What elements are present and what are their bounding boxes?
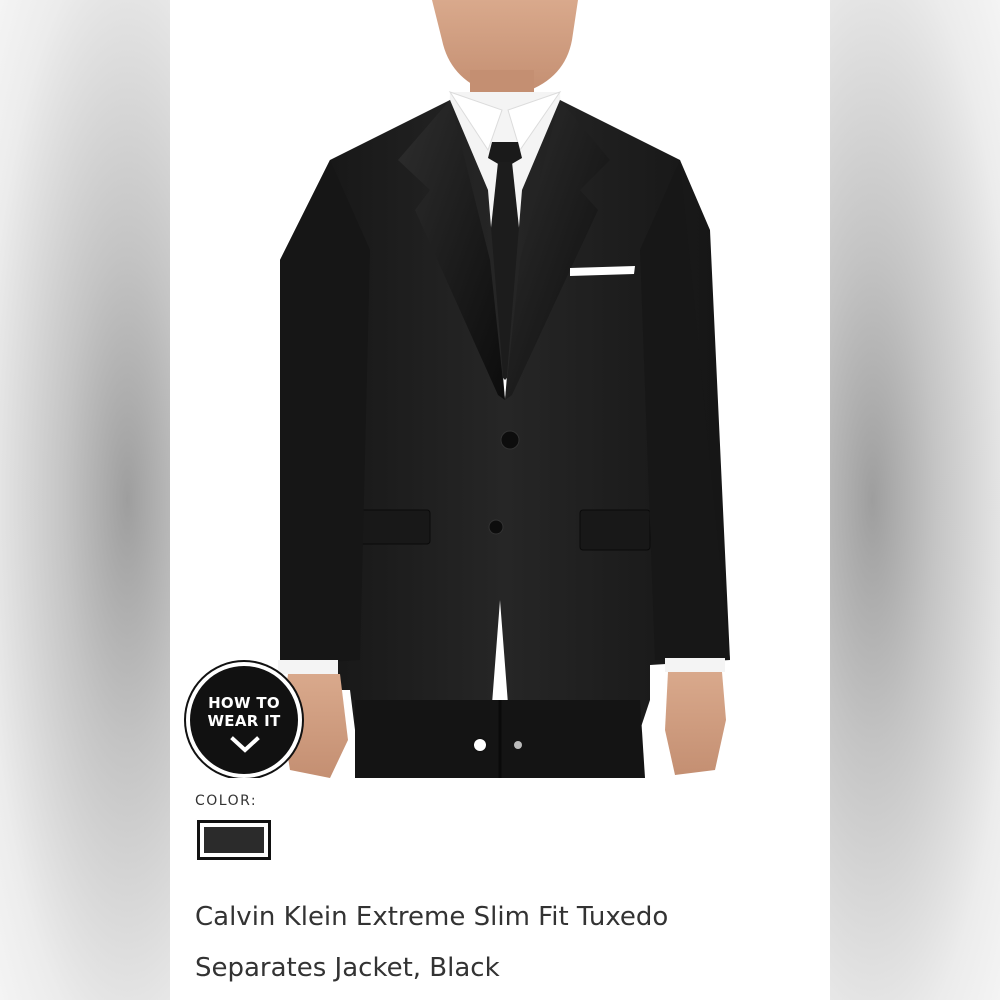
product-title-line1: Calvin Klein Extreme Slim Fit Tuxedo: [195, 902, 669, 932]
left-blur-background: [0, 0, 170, 1000]
how-to-wear-it-label: HOW TO WEAR IT: [190, 694, 298, 730]
carousel-dot-2[interactable]: [514, 741, 522, 749]
right-blur-background: [830, 0, 1000, 1000]
carousel-dots: [470, 738, 530, 752]
how-to-wear-line1: HOW TO: [208, 694, 280, 712]
how-to-wear-it-button[interactable]: HOW TO WEAR IT: [186, 662, 302, 778]
color-label: COLOR:: [195, 793, 258, 809]
color-swatch-fill: [204, 827, 264, 853]
color-swatch-black[interactable]: [197, 820, 271, 860]
tuxedo-jacket-photo: [278, 0, 730, 778]
screenshot-stage: HOW TO WEAR IT COLOR: Calvin Klein Extre…: [0, 0, 1000, 1000]
product-title-line2: Separates Jacket, Black: [195, 953, 500, 983]
product-panel: HOW TO WEAR IT COLOR: Calvin Klein Extre…: [170, 0, 830, 1000]
chevron-down-icon: [230, 736, 260, 753]
how-to-wear-line2: WEAR IT: [207, 712, 281, 730]
carousel-dot-1[interactable]: [474, 739, 486, 751]
product-image[interactable]: HOW TO WEAR IT: [170, 0, 830, 778]
product-title: Calvin Klein Extreme Slim Fit Tuxedo Sep…: [195, 892, 795, 994]
